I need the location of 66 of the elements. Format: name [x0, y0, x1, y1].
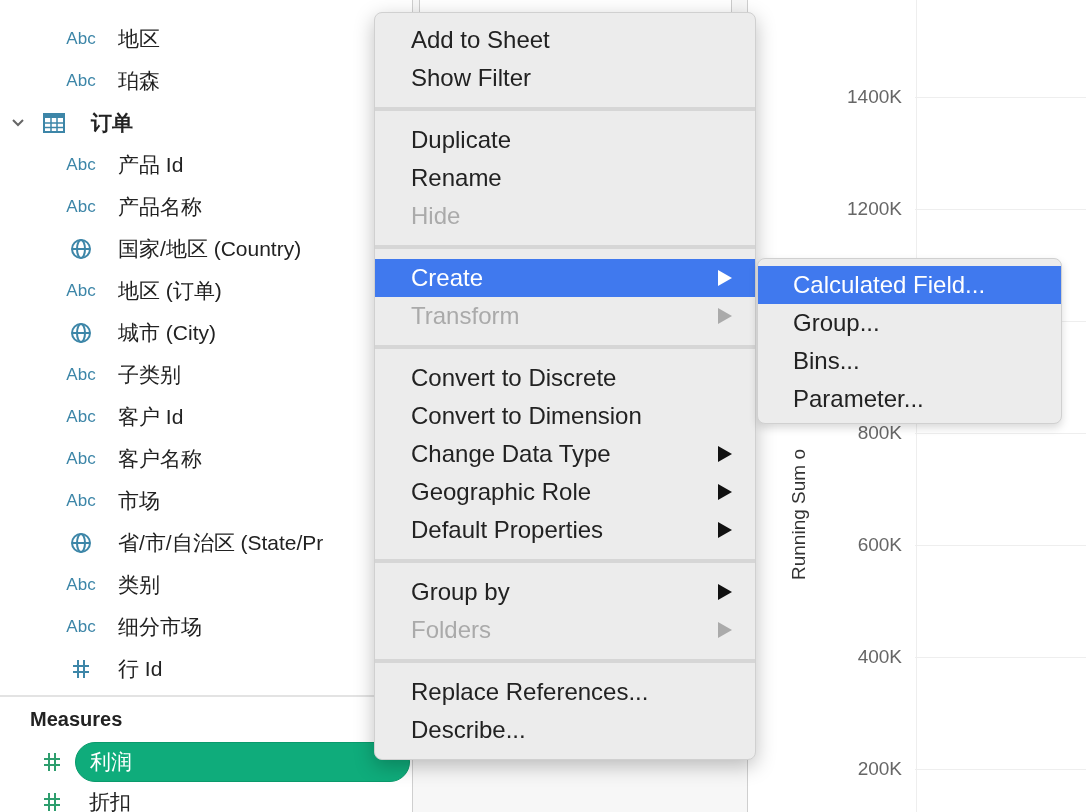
menu-item[interactable]: Bins...	[758, 342, 1061, 380]
string-type-icon: Abc	[66, 407, 96, 427]
submenu-arrow-icon	[717, 445, 733, 463]
axis-tick-label: 800K	[856, 422, 902, 444]
field-name[interactable]: 类别	[118, 571, 160, 599]
menu-item[interactable]: Calculated Field...	[758, 266, 1061, 304]
number-type-icon	[43, 792, 61, 812]
field-name[interactable]: 客户名称	[118, 445, 202, 473]
table-name[interactable]: 订单	[91, 109, 133, 137]
field-name[interactable]: 国家/地区 (Country)	[118, 235, 302, 263]
section-heading: Measures	[30, 708, 124, 732]
menu-item[interactable]: Create	[375, 259, 755, 297]
field-name[interactable]: 折扣	[75, 783, 145, 812]
string-type-icon: Abc	[66, 155, 96, 175]
menu-item[interactable]: Duplicate	[375, 121, 755, 159]
field-name[interactable]: 子类别	[118, 361, 181, 389]
chevron-icon[interactable]	[11, 118, 25, 128]
menu-item[interactable]: Show Filter	[375, 59, 755, 97]
field-name[interactable]: 客户 Id	[118, 403, 184, 431]
number-type-icon	[72, 659, 90, 679]
axis-tick-label: 200K	[856, 758, 902, 780]
field-name[interactable]: 产品名称	[118, 193, 202, 221]
field-name[interactable]: 产品 Id	[118, 151, 184, 179]
globe-icon	[70, 532, 92, 554]
field-name[interactable]: 城市 (City)	[118, 319, 216, 347]
field-name[interactable]: 行 Id	[118, 655, 163, 683]
axis-tick-label: 1200K	[846, 198, 902, 220]
submenu-arrow-icon	[717, 583, 733, 601]
globe-icon	[70, 238, 92, 260]
string-type-icon: Abc	[66, 449, 96, 469]
string-type-icon: Abc	[66, 29, 96, 49]
string-type-icon: Abc	[66, 197, 96, 217]
field-name[interactable]: 市场	[118, 487, 160, 515]
string-type-icon: Abc	[66, 281, 96, 301]
submenu-arrow-icon	[717, 483, 733, 501]
field-name[interactable]: 地区	[118, 25, 160, 53]
field-name[interactable]: 细分市场	[118, 613, 202, 641]
menu-item[interactable]: Convert to Discrete	[375, 359, 755, 397]
axis-tick-label: 400K	[856, 646, 902, 668]
string-type-icon: Abc	[66, 71, 96, 91]
submenu-arrow-icon	[717, 521, 733, 539]
table-icon	[43, 113, 65, 133]
menu-item[interactable]: Add to Sheet	[375, 21, 755, 59]
menu-item[interactable]: Replace References...	[375, 673, 755, 711]
field-name[interactable]: 珀森	[118, 67, 160, 95]
menu-item[interactable]: Default Properties	[375, 511, 755, 549]
submenu-arrow-icon	[717, 269, 733, 287]
menu-item[interactable]: Rename	[375, 159, 755, 197]
submenu-arrow-icon	[717, 621, 733, 639]
number-type-icon	[43, 752, 61, 772]
string-type-icon: Abc	[66, 575, 96, 595]
field-name[interactable]: 省/市/自治区 (State/Pr	[118, 529, 324, 557]
string-type-icon: Abc	[66, 491, 96, 511]
globe-icon	[70, 322, 92, 344]
menu-item[interactable]: Parameter...	[758, 380, 1061, 418]
menu-item[interactable]: Change Data Type	[375, 435, 755, 473]
string-type-icon: Abc	[66, 365, 96, 385]
menu-item[interactable]: Convert to Dimension	[375, 397, 755, 435]
axis-tick-label: 1400K	[846, 86, 902, 108]
field-name[interactable]: 地区 (订单)	[118, 277, 222, 305]
menu-item[interactable]: Group by	[375, 573, 755, 611]
string-type-icon: Abc	[66, 617, 96, 637]
axis-title: Running Sum o	[788, 449, 810, 580]
submenu-arrow-icon	[717, 307, 733, 325]
menu-item[interactable]: Group...	[758, 304, 1061, 342]
menu-item[interactable]: Geographic Role	[375, 473, 755, 511]
